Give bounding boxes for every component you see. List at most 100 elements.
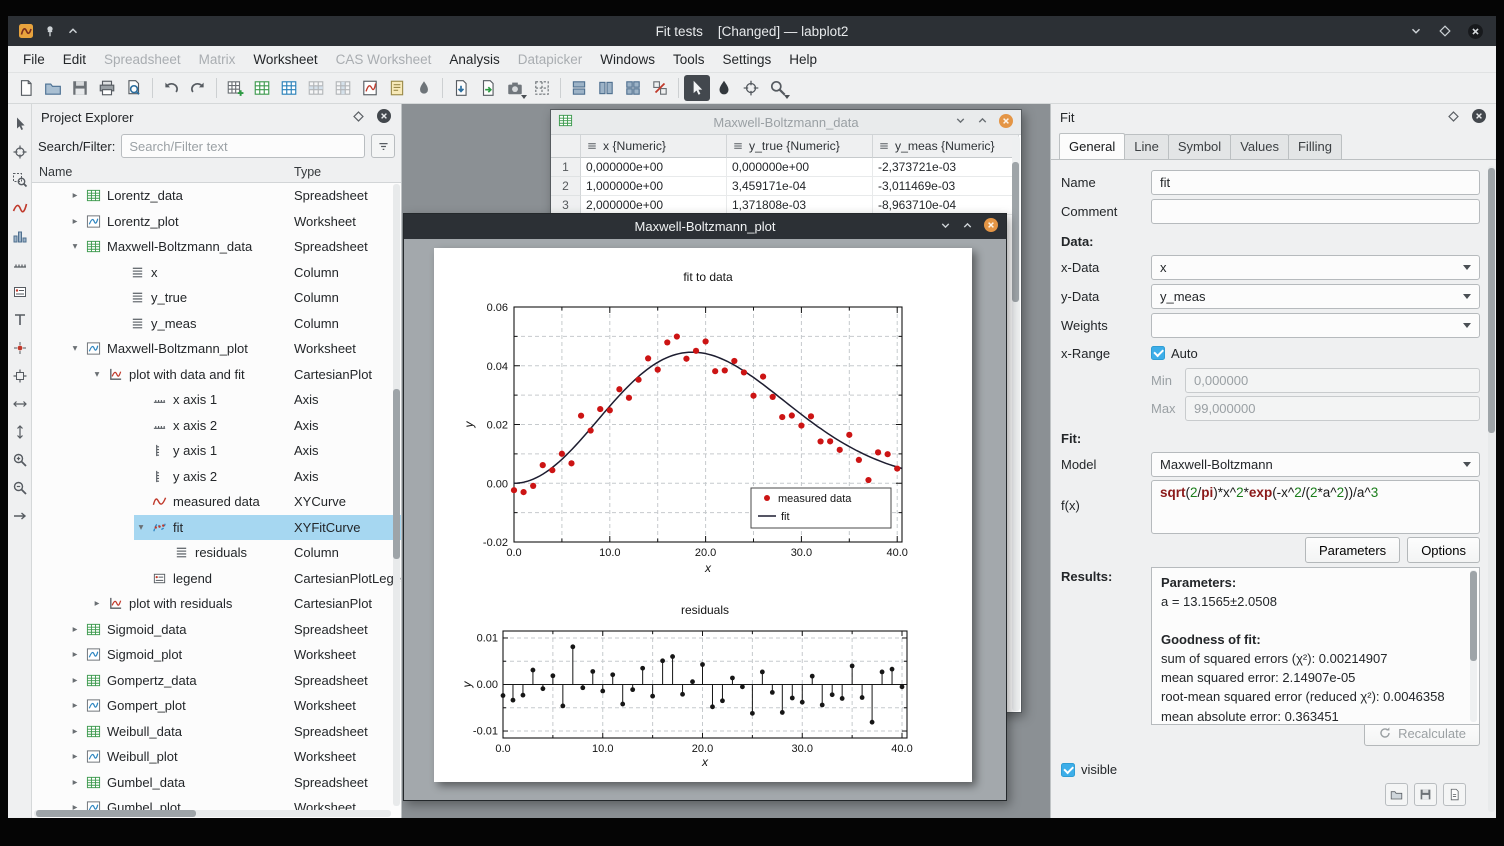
min-field[interactable]: 0,000000 <box>1185 368 1480 393</box>
new-worksheet-button[interactable] <box>357 75 383 101</box>
ydata-combobox[interactable]: y_meas <box>1151 284 1480 309</box>
menu-matrix[interactable]: Matrix <box>190 46 245 73</box>
row-header[interactable]: 2 <box>551 177 581 196</box>
tree-item-sigmoid-data[interactable]: ▸Sigmoid_dataSpreadsheet <box>32 617 401 643</box>
expander-icon[interactable]: ▾ <box>68 343 82 354</box>
table-cell[interactable]: -2,373721e-03 <box>873 158 1019 177</box>
expander-icon[interactable]: ▾ <box>68 241 82 252</box>
tab-filling[interactable]: Filling <box>1288 134 1342 159</box>
pan-mode-button[interactable] <box>711 75 737 101</box>
spreadsheet-window-titlebar[interactable]: Maxwell-Boltzmann_data <box>551 110 1021 135</box>
new-workbook-button[interactable] <box>222 75 248 101</box>
table-cell[interactable]: 3,459171e-04 <box>727 177 873 196</box>
formula-field[interactable]: sqrt(2/pi)*x^2*exp(-x^2/(2*a^2))/a^3 <box>1151 480 1480 534</box>
residuals-plot-area[interactable]: 0.010.020.030.040.00.010.00-0.01residual… <box>459 601 956 771</box>
tree-item-weibull-data[interactable]: ▸Weibull_dataSpreadsheet <box>32 719 401 745</box>
new-matrix-button[interactable] <box>276 75 302 101</box>
tree-item-lorentz-data[interactable]: ▸Lorentz_dataSpreadsheet <box>32 183 401 209</box>
horizontal-layout-button[interactable] <box>593 75 619 101</box>
grid-layout-button[interactable] <box>620 75 646 101</box>
tab-values[interactable]: Values <box>1230 134 1289 159</box>
filter-options-button[interactable] <box>371 134 395 158</box>
float-dock-icon[interactable] <box>352 110 365 126</box>
menu-spreadsheet[interactable]: Spreadsheet <box>95 46 190 73</box>
expander-icon[interactable]: ▸ <box>68 777 82 788</box>
load-template-button[interactable] <box>1385 783 1408 806</box>
menu-tools[interactable]: Tools <box>664 46 714 73</box>
worksheet-page[interactable]: 0.010.020.030.040.00.060.040.020.00-0.02… <box>434 248 972 782</box>
vertical-layout-button[interactable] <box>566 75 592 101</box>
vscroll-thumb[interactable] <box>393 389 400 559</box>
tree-item-y-meas[interactable]: y_measColumn <box>32 311 401 337</box>
color-theme-button[interactable] <box>411 75 437 101</box>
tree-item-measured-data[interactable]: measured dataXYCurve <box>32 489 401 515</box>
tree-item-gumbel-data[interactable]: ▸Gumbel_dataSpreadsheet <box>32 770 401 796</box>
table-cell[interactable]: 1,000000e+00 <box>581 177 727 196</box>
spreadsheet-vscroll-thumb[interactable] <box>1012 162 1019 302</box>
fit-dock-scrollbar[interactable] <box>1488 166 1495 812</box>
zoom-out-plot-button[interactable] <box>10 478 29 497</box>
table-cell[interactable]: 0,000000e+00 <box>727 158 873 177</box>
print-button[interactable] <box>94 75 120 101</box>
print-preview-button[interactable] <box>121 75 147 101</box>
tab-general[interactable]: General <box>1059 133 1125 159</box>
tree-item-y-true[interactable]: y_trueColumn <box>32 285 401 311</box>
expander-icon[interactable]: ▾ <box>90 369 104 380</box>
tree-item-maxwell-boltzmann-data[interactable]: ▾Maxwell-Boltzmann_dataSpreadsheet <box>32 234 401 260</box>
hscroll-thumb[interactable] <box>36 810 196 817</box>
tree-item-x-axis-1[interactable]: x axis 1Axis <box>32 387 401 413</box>
tree-item-y-axis-2[interactable]: y axis 2Axis <box>32 464 401 490</box>
column-header-type[interactable]: Type <box>294 165 321 179</box>
tree-item-residuals[interactable]: residualsColumn <box>32 540 401 566</box>
tree-item-plot-with-data-and-fit[interactable]: ▾plot with data and fitCartesianPlot <box>32 362 401 388</box>
tree-item-plot-with-residuals[interactable]: ▸plot with residualsCartesianPlot <box>32 591 401 617</box>
break-layout-button[interactable] <box>647 75 673 101</box>
expander-icon[interactable]: ▸ <box>68 649 82 660</box>
expander-icon[interactable]: ▸ <box>68 726 82 737</box>
project-explorer-titlebar[interactable]: Project Explorer <box>32 104 401 131</box>
export-data-button[interactable] <box>475 75 501 101</box>
weights-combobox[interactable] <box>1151 313 1480 338</box>
add-histogram-button[interactable] <box>10 226 29 245</box>
spreadsheet-vscrollbar[interactable] <box>1012 136 1020 711</box>
parameters-button[interactable]: Parameters <box>1305 537 1400 563</box>
window-restore-icon[interactable] <box>961 219 974 235</box>
max-field[interactable]: 99,000000 <box>1185 396 1480 421</box>
table-cell[interactable]: 0,000000e+00 <box>581 158 727 177</box>
auto-scale-x-button[interactable] <box>10 394 29 413</box>
titlebar[interactable]: Fit tests [Changed] — labplot2 <box>8 16 1496 46</box>
menu-settings[interactable]: Settings <box>714 46 781 73</box>
insert-rows-button[interactable] <box>303 75 329 101</box>
tree-item-fit[interactable]: ▾fitXYFitCurve <box>32 515 401 541</box>
import-data-button[interactable] <box>448 75 474 101</box>
float-dock-icon[interactable] <box>1447 110 1460 126</box>
zoom-fit-button[interactable] <box>765 75 791 101</box>
tree-item-gompert-plot[interactable]: ▸Gompert_plotWorksheet <box>32 693 401 719</box>
search-filter-input[interactable]: Search/Filter text <box>121 134 365 158</box>
new-project-button[interactable] <box>13 75 39 101</box>
copy-properties-button[interactable] <box>1443 783 1466 806</box>
export-image-button[interactable] <box>502 75 528 101</box>
visible-checkbox[interactable] <box>1061 763 1075 777</box>
save-template-button[interactable] <box>1414 783 1437 806</box>
new-notes-button[interactable] <box>384 75 410 101</box>
menu-analysis[interactable]: Analysis <box>440 46 508 73</box>
menu-windows[interactable]: Windows <box>591 46 664 73</box>
expander-icon[interactable]: ▸ <box>68 216 82 227</box>
add-axis-button[interactable] <box>10 254 29 273</box>
column-header-name[interactable]: Name <box>32 165 72 179</box>
explorer-hscrollbar[interactable] <box>34 810 391 817</box>
expander-icon[interactable]: ▸ <box>68 675 82 686</box>
undo-button[interactable] <box>158 75 184 101</box>
menu-datapicker[interactable]: Datapicker <box>509 46 592 73</box>
insert-columns-button[interactable] <box>330 75 356 101</box>
shift-right-x-button[interactable] <box>10 506 29 525</box>
name-field[interactable]: fit <box>1151 170 1480 195</box>
tree-header[interactable]: Name Type <box>32 161 401 183</box>
menu-worksheet[interactable]: Worksheet <box>244 46 326 73</box>
expander-icon[interactable]: ▸ <box>68 624 82 635</box>
results-scrollbar[interactable] <box>1470 570 1477 722</box>
add-curve-button[interactable] <box>10 198 29 217</box>
redo-button[interactable] <box>185 75 211 101</box>
auto-scale-button[interactable] <box>10 366 29 385</box>
